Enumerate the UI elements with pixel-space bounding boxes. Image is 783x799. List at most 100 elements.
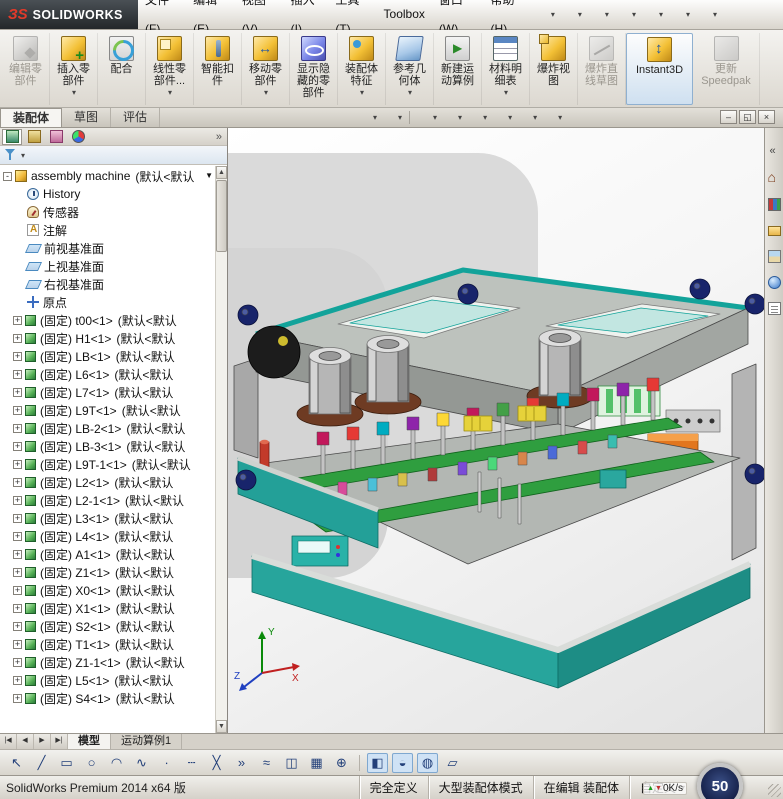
ribbon-button-9[interactable]: 新建运动算例 [434,33,482,105]
minimize-button[interactable]: – [720,110,737,124]
point-button[interactable]: ∙ [156,753,177,773]
save-button[interactable]: ▾ [587,4,611,26]
centerline-button[interactable]: ┄ [181,753,202,773]
zoom-fit-button[interactable] [336,110,353,125]
tree-component-5[interactable]: +(固定) L9T<1>(默认<默认 [0,401,215,419]
new-document-button[interactable]: ▾ [533,4,557,26]
minus-expand-icon[interactable]: - [3,172,12,181]
close-button[interactable]: × [758,110,775,124]
edit-component-button[interactable]: ▱ [442,753,463,773]
tree-item-origin[interactable]: 原点 [0,293,215,311]
convert-entities-button[interactable]: » [231,753,252,773]
options-button[interactable]: ▾ [695,4,719,26]
tab-scroll-next[interactable]: ▶ [34,734,51,749]
assembly-machine-model[interactable] [234,270,764,688]
open-button[interactable]: ▾ [560,4,584,26]
ribbon-button-7[interactable]: 装配体特征▾ [338,33,386,105]
rectangle-button[interactable]: ▭ [56,753,77,773]
plus-expand-icon[interactable]: + [13,604,22,613]
tree-item-right-plane[interactable]: 右视基准面 [0,275,215,293]
collapse-button[interactable] [766,144,782,160]
change-transparency-button[interactable]: ◍ [417,753,438,773]
plus-expand-icon[interactable]: + [13,532,22,541]
configurationmanager-tab[interactable] [46,129,66,145]
home-button[interactable] [766,170,782,186]
displaymanager-tab[interactable] [68,129,88,145]
tree-component-20[interactable]: +(固定) L5<1>(默认<默认 [0,671,215,689]
trim-entities-button[interactable]: ╳ [206,753,227,773]
plus-expand-icon[interactable]: + [13,586,22,595]
move-entities-button[interactable]: ⊕ [331,753,352,773]
plus-expand-icon[interactable]: + [13,514,22,523]
spline-button[interactable]: ∿ [131,753,152,773]
plus-expand-icon[interactable]: + [13,568,22,577]
tree-component-2[interactable]: +(固定) LB<1>(默认<默认 [0,347,215,365]
plus-expand-icon[interactable]: + [13,622,22,631]
model-tab-1[interactable]: 运动算例1 [111,734,182,749]
tree-component-8[interactable]: +(固定) L9T-1<1>(默认<默认 [0,455,215,473]
plus-expand-icon[interactable]: + [13,406,22,415]
plus-expand-icon[interactable]: + [13,442,22,451]
tree-component-17[interactable]: +(固定) S2<1>(默认<默认 [0,617,215,635]
tab-草图[interactable]: 草图 [62,108,111,127]
model-tab-0[interactable]: 模型 [68,734,111,749]
plus-expand-icon[interactable]: + [13,352,22,361]
rebuild-button[interactable]: ▾ [668,4,692,26]
ribbon-button-4[interactable]: 智能扣件 [194,33,242,105]
ribbon-button-11[interactable]: 爆炸视图 [530,33,578,105]
plus-expand-icon[interactable]: + [13,496,22,505]
mirror-entities-button[interactable]: ◫ [281,753,302,773]
tree-component-12[interactable]: +(固定) L4<1>(默认<默认 [0,527,215,545]
plus-expand-icon[interactable]: + [13,460,22,469]
tree-component-1[interactable]: +(固定) H1<1>(默认<默认 [0,329,215,347]
ribbon-button-6[interactable]: 显示隐藏的零部件 [290,33,338,105]
apply-scene-button[interactable]: ▾ [516,110,538,125]
tree-component-16[interactable]: +(固定) X1<1>(默认<默认 [0,599,215,617]
restore-button[interactable]: ◱ [739,110,756,124]
plus-expand-icon[interactable]: + [13,676,22,685]
ribbon-button-1[interactable]: 插入零部件▾ [50,33,98,105]
zoom-area-button[interactable]: ▾ [356,110,378,125]
propertymanager-tab[interactable] [24,129,44,145]
ribbon-button-2[interactable]: 配合 [98,33,146,105]
line-button[interactable]: ╱ [31,753,52,773]
view-palette-button[interactable] [766,248,782,264]
tree-item-annotations[interactable]: 注解 [0,221,215,239]
tree-component-11[interactable]: +(固定) L3<1>(默认<默认 [0,509,215,527]
design-library-button[interactable] [766,196,782,212]
tree-component-21[interactable]: +(固定) S4<1>(默认<默认 [0,689,215,707]
plus-expand-icon[interactable]: + [13,424,22,433]
tree-scrollbar[interactable]: ▲ ▼ [215,166,227,733]
arc-button[interactable]: ◠ [106,753,127,773]
custom-properties-button[interactable] [766,300,782,316]
tree-component-6[interactable]: +(固定) LB-2<1>(默认<默认 [0,419,215,437]
plus-expand-icon[interactable]: + [13,370,22,379]
ribbon-button-5[interactable]: 移动零部件▾ [242,33,290,105]
ribbon-button-10[interactable]: 材料明细表▾ [482,33,530,105]
ribbon-button-3[interactable]: 线性零部件...▾ [146,33,194,105]
scroll-down-icon[interactable]: ▼ [216,720,227,733]
plus-expand-icon[interactable]: + [13,316,22,325]
offset-entities-button[interactable]: ≈ [256,753,277,773]
tree-filter-row[interactable]: ▾ [0,146,227,165]
view-settings-button[interactable]: ▾ [541,110,563,125]
graphics-viewport[interactable]: Y X Z [228,128,764,733]
file-explorer-button[interactable] [766,222,782,238]
ribbon-button-8[interactable]: 参考几何体▾ [386,33,434,105]
menu-item-5[interactable]: Toolbox [377,0,432,29]
tree-component-19[interactable]: +(固定) Z1-1<1>(默认<默认 [0,653,215,671]
plus-expand-icon[interactable]: + [13,478,22,487]
tree-component-13[interactable]: +(固定) A1<1>(默认<默认 [0,545,215,563]
plus-expand-icon[interactable]: + [13,388,22,397]
resize-grip[interactable] [768,784,781,797]
plus-expand-icon[interactable]: + [13,694,22,703]
linear-sketch-pattern-button[interactable]: ▦ [306,753,327,773]
appearances-button[interactable] [766,274,782,290]
tree-root-assembly[interactable]: -assembly machine(默认<默认▼ [0,167,215,185]
tree-item-history[interactable]: History [0,185,215,203]
tree-item-top-plane[interactable]: 上视基准面 [0,257,215,275]
tab-scroll-first[interactable]: |◀ [0,734,17,749]
tree-component-7[interactable]: +(固定) LB-3<1>(默认<默认 [0,437,215,455]
undo-button[interactable]: ▾ [641,4,665,26]
plus-expand-icon[interactable]: + [13,334,22,343]
